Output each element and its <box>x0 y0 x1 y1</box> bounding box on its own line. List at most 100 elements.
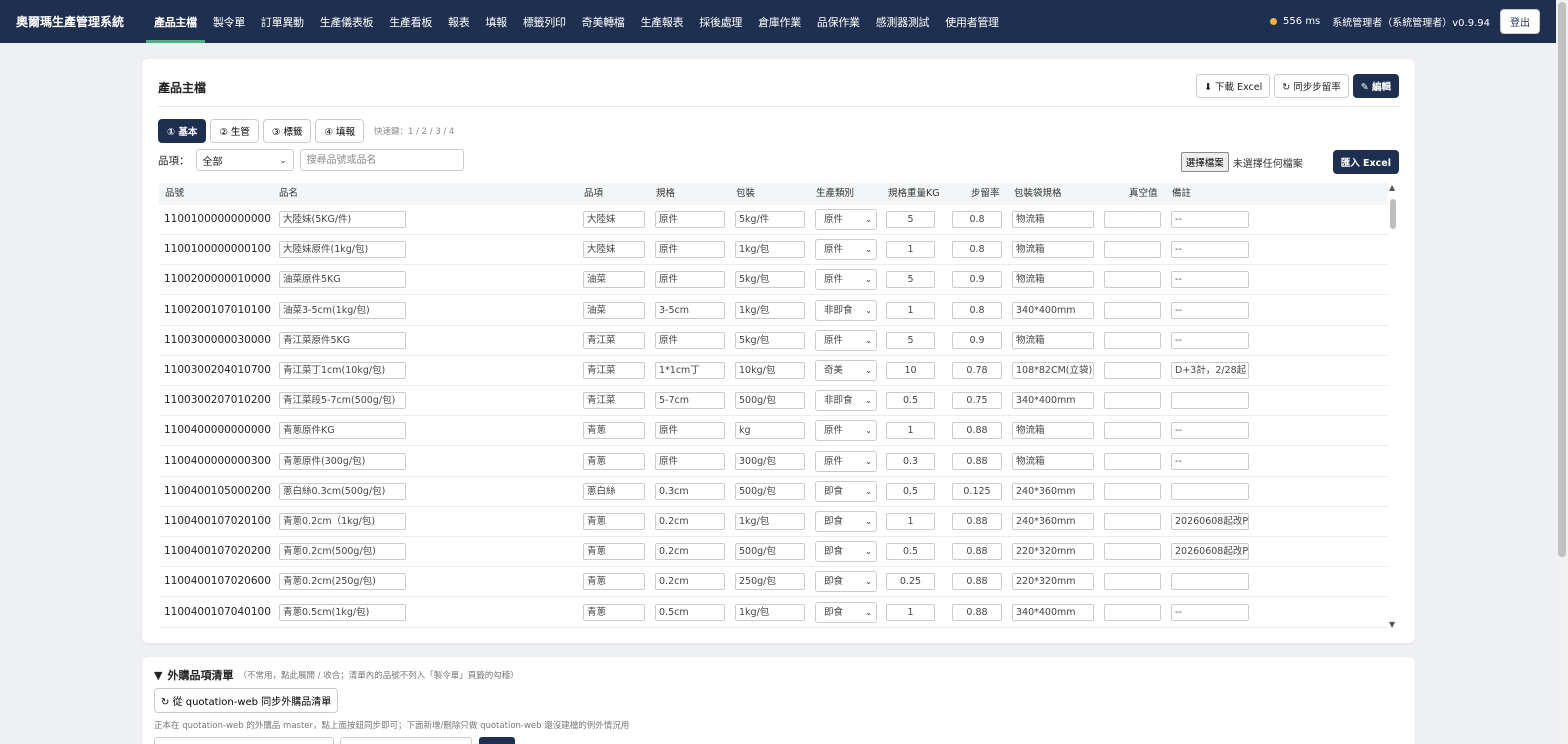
item-input[interactable]: 大陸妹 <box>583 211 645 228</box>
spec-input[interactable]: 0.3cm <box>655 482 725 500</box>
page-scrollbar[interactable] <box>1556 0 1568 744</box>
category-select[interactable]: 原件 ⌄ <box>815 420 877 442</box>
scroll-down-icon[interactable]: ▼ <box>1389 620 1395 629</box>
bag-input[interactable]: 108*82CM(立袋) <box>1012 362 1094 379</box>
kg-input[interactable]: 1 <box>886 603 935 621</box>
spec-input[interactable]: 原件 <box>655 241 725 259</box>
bag-input[interactable]: 物流箱 <box>1012 422 1094 440</box>
name-input[interactable]: 油菜原件5KG <box>279 271 406 289</box>
page-scrollbar-thumb[interactable] <box>1558 2 1566 557</box>
nav-tab-12[interactable]: 品保作業 <box>809 0 868 43</box>
kg-input[interactable]: 1 <box>886 422 935 440</box>
vac-input[interactable] <box>1104 301 1161 319</box>
nav-tab-7[interactable]: 標籤列印 <box>515 0 574 43</box>
bag-input[interactable]: 240*360mm <box>1012 513 1094 530</box>
nav-tab-0[interactable]: 產品主檔 <box>146 0 205 43</box>
kg-input[interactable]: 5 <box>886 211 935 228</box>
item-input[interactable]: 青蔥 <box>583 603 645 621</box>
tab-basic[interactable]: ① 基本 <box>158 119 207 143</box>
nav-tab-13[interactable]: 感測器測試 <box>868 0 938 43</box>
kg-input[interactable]: 1 <box>886 301 935 319</box>
spec-input[interactable]: 原件 <box>655 211 725 228</box>
yield-input[interactable]: 0.8 <box>952 211 1002 228</box>
pack-input[interactable]: kg <box>735 422 805 440</box>
pack-input[interactable]: 5kg/包 <box>735 271 805 289</box>
bag-input[interactable]: 340*400mm <box>1012 301 1094 319</box>
item-input[interactable]: 青江菜 <box>583 331 645 349</box>
name-input[interactable]: 青蔥0.2cm(500g/包) <box>279 543 406 561</box>
item-input[interactable]: 青蔥 <box>583 422 645 440</box>
item-input[interactable]: 青蔥 <box>583 452 645 470</box>
vac-input[interactable] <box>1104 573 1161 591</box>
note-input[interactable] <box>1171 392 1249 410</box>
choose-file-button[interactable]: 選擇檔案 <box>1180 152 1229 172</box>
pack-input[interactable]: 500g/包 <box>735 543 805 561</box>
kg-input[interactable]: 0.5 <box>886 392 935 410</box>
item-filter-select[interactable]: 全部 ⌄ <box>195 149 294 171</box>
tab-production[interactable]: ② 生管 <box>210 119 259 143</box>
yield-input[interactable]: 0.88 <box>952 452 1002 470</box>
category-select[interactable]: 即食 ⌄ <box>815 601 877 623</box>
sync-yield-button[interactable]: ↻ 同步步留率 <box>1274 74 1349 98</box>
tab-report[interactable]: ④ 填報 <box>315 119 364 143</box>
name-input[interactable]: 大陸妹原件(1kg/包) <box>279 241 406 259</box>
category-select[interactable]: 原件 ⌄ <box>815 329 877 351</box>
nav-tab-11[interactable]: 倉庫作業 <box>750 0 809 43</box>
note-input[interactable]: 20260608起改P <box>1171 513 1249 530</box>
external-items-header[interactable]: ▼ 外購品項清單 （不常用，點此展開 / 收合；清單內的品號不列入「製令單」頁籤… <box>154 667 519 683</box>
bag-input[interactable]: 340*400mm <box>1012 603 1094 621</box>
yield-input[interactable]: 0.9 <box>952 271 1002 289</box>
external-code-input[interactable] <box>154 737 334 744</box>
category-select[interactable]: 即食 ⌄ <box>815 511 877 532</box>
item-input[interactable]: 青蔥 <box>583 513 645 530</box>
spec-input[interactable]: 0.2cm <box>655 543 725 561</box>
tab-label[interactable]: ③ 標籤 <box>262 119 312 143</box>
pack-input[interactable]: 5kg/包 <box>735 331 805 349</box>
spec-input[interactable]: 5-7cm <box>655 392 725 410</box>
collapse-toggle-icon[interactable]: ▼ <box>154 669 162 682</box>
name-input[interactable]: 蔥白絲0.3cm(500g/包) <box>279 482 406 500</box>
yield-input[interactable]: 0.88 <box>952 603 1002 621</box>
category-select[interactable]: 即食 ⌄ <box>815 571 877 593</box>
vac-input[interactable] <box>1104 271 1161 289</box>
nav-tab-5[interactable]: 報表 <box>440 0 477 43</box>
sync-external-button[interactable]: ↻ 從 quotation-web 同步外購品清單 <box>154 688 339 713</box>
bag-input[interactable]: 物流箱 <box>1012 331 1094 349</box>
pack-input[interactable]: 5kg/件 <box>735 211 805 228</box>
spec-input[interactable]: 原件 <box>655 271 725 289</box>
yield-input[interactable]: 0.8 <box>952 241 1002 259</box>
bag-input[interactable]: 220*320mm <box>1012 543 1094 561</box>
bag-input[interactable]: 物流箱 <box>1012 452 1094 470</box>
category-select[interactable]: 非即食 ⌄ <box>815 390 877 412</box>
name-input[interactable]: 油菜3-5cm(1kg/包) <box>279 301 406 319</box>
name-input[interactable]: 青蔥原件KG <box>279 422 406 440</box>
yield-input[interactable]: 0.9 <box>952 331 1002 349</box>
spec-input[interactable]: 原件 <box>655 422 725 440</box>
pack-input[interactable]: 250g/包 <box>735 573 805 591</box>
yield-input[interactable]: 0.88 <box>952 573 1002 591</box>
pack-input[interactable]: 10kg/包 <box>735 362 805 379</box>
vac-input[interactable] <box>1104 392 1161 410</box>
vac-input[interactable] <box>1104 331 1161 349</box>
kg-input[interactable]: 5 <box>886 271 935 289</box>
note-input[interactable]: -- <box>1171 331 1249 349</box>
category-select[interactable]: 原件 ⌄ <box>815 239 877 261</box>
search-input[interactable] <box>299 149 464 171</box>
pack-input[interactable]: 500g/包 <box>735 482 805 500</box>
bag-input[interactable]: 物流箱 <box>1012 241 1094 259</box>
yield-input[interactable]: 0.78 <box>952 362 1002 379</box>
bag-input[interactable]: 220*320mm <box>1012 573 1094 591</box>
pack-input[interactable]: 1kg/包 <box>735 513 805 530</box>
kg-input[interactable]: 0.5 <box>886 482 935 500</box>
note-input[interactable]: -- <box>1171 452 1249 470</box>
note-input[interactable] <box>1171 482 1249 500</box>
spec-input[interactable]: 1*1cm丁 <box>655 362 725 379</box>
nav-tab-10[interactable]: 採後處理 <box>691 0 750 43</box>
item-input[interactable]: 蔥白絲 <box>583 482 645 500</box>
vac-input[interactable] <box>1104 241 1161 259</box>
item-input[interactable]: 青江菜 <box>583 362 645 379</box>
name-input[interactable]: 青江菜段5-7cm(500g/包) <box>279 392 406 410</box>
bag-input[interactable]: 340*400mm <box>1012 392 1094 410</box>
download-excel-button[interactable]: ⬇ 下載 Excel <box>1196 74 1271 98</box>
kg-input[interactable]: 5 <box>886 331 935 349</box>
